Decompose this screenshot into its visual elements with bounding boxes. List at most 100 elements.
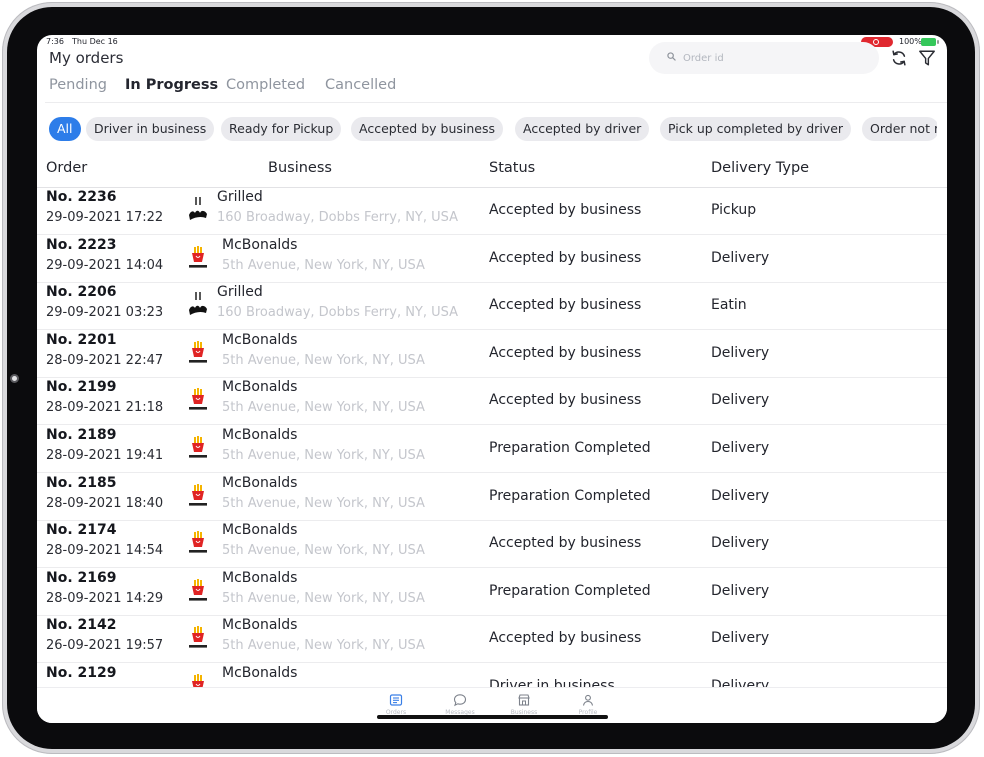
delivery-type: Pickup — [711, 202, 757, 218]
mcbonalds-logo-icon — [189, 340, 207, 363]
app-screen: 7:36 Thu Dec 16 100% My orders Pending I… — [37, 35, 947, 723]
order-date: 28-09-2021 14:29 — [46, 590, 164, 606]
tabs-divider — [45, 102, 947, 103]
filter-chips: All Driver in business Ready for Pickup … — [49, 117, 937, 143]
order-number: No. 2185 — [46, 474, 117, 491]
order-status: Driver in business — [489, 678, 615, 687]
order-date: 29-09-2021 17:22 — [46, 210, 164, 225]
order-date: 28-09-2021 18:40 — [46, 495, 164, 511]
order-number: No. 2189 — [46, 427, 117, 443]
order-number: No. 2206 — [46, 284, 117, 301]
order-date: 28-09-2021 19:41 — [46, 448, 164, 463]
order-status: Preparation Completed — [489, 582, 651, 599]
business-name: Grilled — [217, 189, 263, 205]
mcbonalds-logo-icon — [189, 578, 207, 601]
page-title: My orders — [49, 49, 124, 67]
tab-cancelled[interactable]: Cancelled — [325, 77, 396, 93]
table-row[interactable]: No. 2129 McBonalds Driver in business Deliv… — [37, 663, 947, 687]
table-row[interactable]: No. 2142 26-09-2021 19:57 McBonalds 5th Ave… — [37, 615, 947, 664]
delivery-type: Delivery — [711, 440, 770, 456]
mcbonalds-logo-icon — [189, 531, 207, 553]
table-row[interactable]: No. 2169 28-09-2021 14:29 McBonalds 5th Ave… — [37, 568, 947, 616]
order-status: Accepted by business — [489, 297, 642, 314]
business-name: McBonalds — [222, 427, 298, 443]
business-address: 5th Avenue, New York, NY, USA — [222, 590, 425, 606]
business-name: McBonalds — [222, 665, 298, 681]
order-status: Accepted by business — [489, 249, 642, 266]
mcbonalds-logo-icon — [189, 483, 207, 506]
order-date: 28-09-2021 14:54 — [46, 543, 164, 559]
search-box[interactable] — [649, 42, 879, 74]
table-row[interactable]: No. 2174 28-09-2021 14:54 McBonalds 5th Ave… — [37, 520, 947, 569]
business-address: 5th Avenue, New York, NY, USA — [222, 352, 425, 368]
column-header-status: Status — [489, 160, 536, 176]
home-indicator — [377, 715, 608, 719]
delivery-type: Eatin — [711, 297, 747, 314]
table-row[interactable]: No. 2201 28-09-2021 22:47 McBonalds 5th Ave… — [37, 330, 947, 378]
order-id-search-input[interactable] — [683, 50, 868, 66]
refresh-icon[interactable] — [890, 49, 908, 67]
grilled-logo-icon — [189, 197, 207, 220]
business-name: McBonalds — [222, 474, 298, 491]
mcbonalds-logo-icon — [189, 245, 207, 268]
business-address: 5th Avenue, New York, NY, USA — [222, 638, 425, 654]
delivery-type: Delivery — [711, 249, 770, 266]
delivery-type: Delivery — [711, 678, 770, 687]
business-name: McBonalds — [222, 236, 298, 253]
business-address: 5th Avenue, New York, NY, USA — [222, 448, 425, 463]
table-row[interactable]: No. 2236 29-09-2021 17:22 Grilled 160 Broad… — [37, 187, 947, 235]
grilled-logo-icon — [189, 292, 207, 316]
delivery-type: Delivery — [711, 582, 770, 599]
filter-chip-accepted-by-driver[interactable]: Accepted by driver — [515, 117, 650, 141]
column-header-business: Business — [268, 160, 332, 176]
filter-chip-driver-in-business[interactable]: Driver in business — [86, 117, 215, 141]
delivery-type: Delivery — [711, 392, 770, 409]
filter-chip-order-not-r[interactable]: Order not r — [862, 117, 937, 141]
mcbonalds-logo-icon — [189, 436, 207, 458]
table-row[interactable]: No. 2185 28-09-2021 18:40 McBonalds 5th Ave… — [37, 473, 947, 521]
order-status: Preparation Completed — [489, 487, 651, 504]
table-row[interactable]: No. 2223 29-09-2021 14:04 McBonalds 5th Ave… — [37, 235, 947, 283]
filter-chip-accepted-by-business[interactable]: Accepted by business — [351, 117, 503, 141]
order-date: 28-09-2021 22:47 — [46, 352, 164, 368]
delivery-type: Delivery — [711, 535, 770, 552]
delivery-type: Delivery — [711, 344, 770, 361]
business-address: 160 Broadway, Dobbs Ferry, NY, USA — [217, 210, 459, 225]
battery-icon — [921, 38, 939, 46]
order-status: Accepted by business — [489, 535, 642, 552]
order-status: Accepted by business — [489, 202, 642, 218]
business-address: 5th Avenue, New York, NY, USA — [222, 495, 425, 511]
profile-icon — [582, 694, 594, 706]
business-name: McBonalds — [222, 522, 298, 539]
status-date: Thu Dec 16 — [72, 37, 118, 46]
table-row[interactable]: No. 2199 28-09-2021 21:18 McBonalds 5th Ave… — [37, 377, 947, 426]
column-header-delivery-type: Delivery Type — [711, 160, 810, 176]
order-date: 28-09-2021 21:18 — [46, 400, 164, 416]
order-status: Accepted by business — [489, 392, 642, 409]
order-number: No. 2142 — [46, 617, 117, 634]
order-number: No. 2169 — [46, 569, 117, 586]
tab-pending[interactable]: Pending — [49, 77, 107, 93]
order-date: 29-09-2021 14:04 — [46, 257, 164, 273]
tab-in-progress[interactable]: In Progress — [125, 77, 218, 93]
delivery-type: Delivery — [711, 630, 770, 647]
filter-chip-pickup-completed-by-driver[interactable]: Pick up completed by driver — [660, 117, 852, 141]
table-header: Order Business Status Delivery Type — [37, 157, 947, 188]
business-address: 160 Broadway, Dobbs Ferry, NY, USA — [217, 305, 459, 321]
business-address: 5th Avenue, New York, NY, USA — [222, 400, 425, 416]
filter-chip-all[interactable]: All — [49, 117, 81, 141]
table-row[interactable]: No. 2189 28-09-2021 19:41 McBonalds 5th Ave… — [37, 425, 947, 473]
delivery-type: Delivery — [711, 487, 770, 504]
business-name: McBonalds — [222, 379, 298, 396]
filter-icon[interactable] — [918, 49, 936, 67]
tab-completed[interactable]: Completed — [226, 77, 305, 93]
order-number: No. 2201 — [46, 331, 117, 348]
table-row[interactable]: No. 2206 29-09-2021 03:23 Grilled 160 Broad… — [37, 282, 947, 331]
order-number: No. 2199 — [46, 379, 117, 396]
order-number: No. 2236 — [46, 189, 117, 205]
order-status: Preparation Completed — [489, 440, 651, 456]
mcbonalds-logo-icon — [189, 388, 207, 410]
filter-chip-ready-for-pickup[interactable]: Ready for Pickup — [221, 117, 342, 141]
order-status: Accepted by business — [489, 630, 642, 647]
mcbonalds-logo-icon — [192, 674, 204, 687]
